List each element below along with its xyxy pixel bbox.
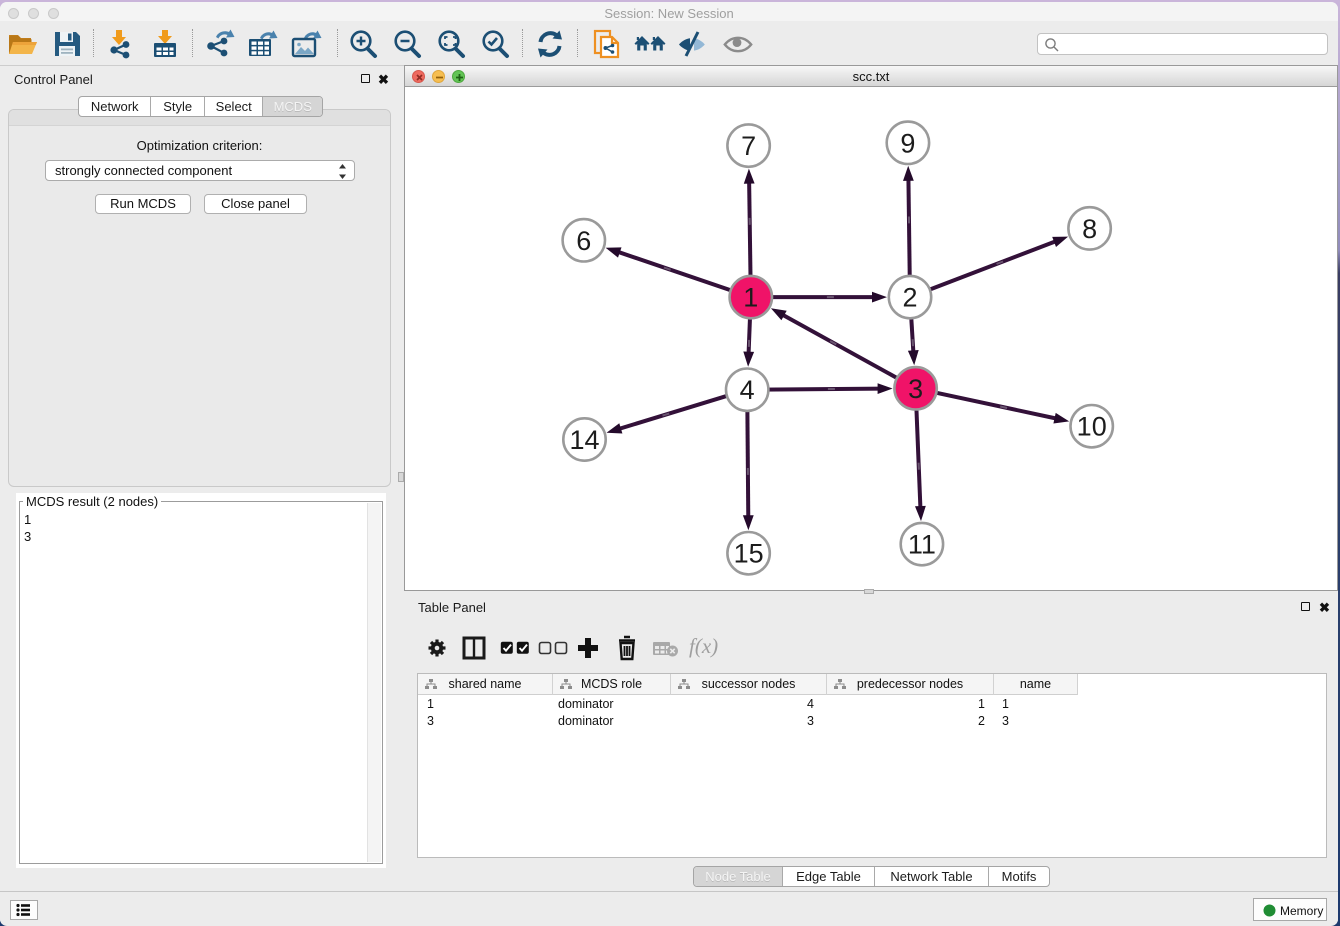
svg-text:4: 4 [740,375,755,405]
svg-text:7: 7 [741,131,756,161]
svg-text:8: 8 [1082,214,1097,244]
svg-text:2: 2 [902,283,917,313]
svg-text:9: 9 [900,128,915,158]
svg-text:11: 11 [908,530,936,560]
svg-text:3: 3 [908,374,923,404]
svg-text:1: 1 [743,283,758,313]
svg-text:10: 10 [1077,412,1107,442]
svg-text:14: 14 [569,425,599,455]
svg-text:15: 15 [734,539,764,569]
svg-text:6: 6 [576,226,591,256]
